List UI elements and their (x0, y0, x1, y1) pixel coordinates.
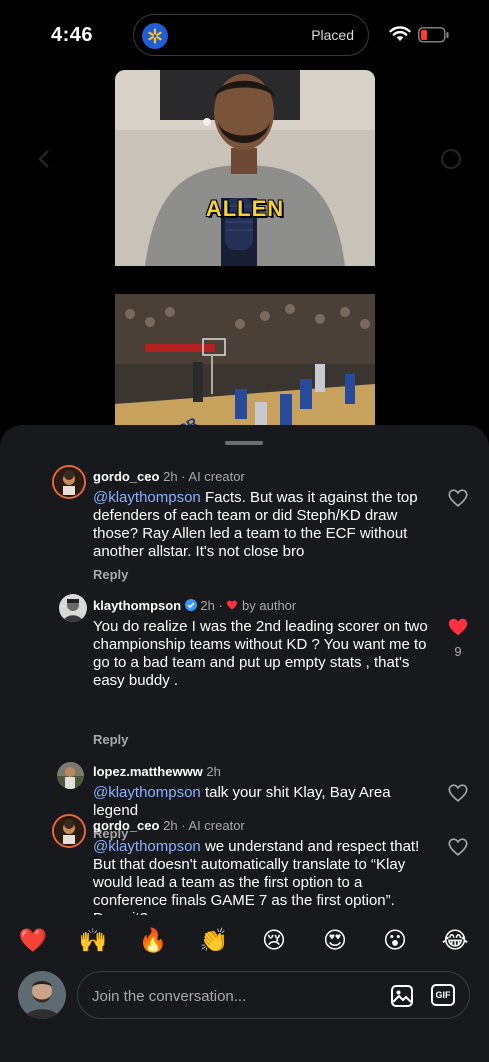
walmart-spark-icon (142, 23, 168, 49)
heart-outline-icon[interactable] (447, 782, 469, 804)
mention-link[interactable]: @klaythompson (93, 838, 201, 855)
comment-time: 2h (206, 764, 221, 779)
avatar[interactable] (52, 814, 86, 848)
heart-outline-icon[interactable] (447, 836, 469, 858)
video-player[interactable]: ALLEN ATE WARR (0, 60, 489, 475)
video-caption: ALLEN (205, 196, 285, 221)
avatar[interactable] (52, 465, 86, 499)
comment-text: @klaythompson Facts. But was it against … (93, 489, 418, 560)
reaction-heart[interactable]: ❤️ (18, 925, 48, 955)
quick-reaction-bar: ❤️ 🙌 🔥 👏 😢 😍 😮 😂 (0, 915, 489, 967)
reaction-crying[interactable]: 😢 (259, 925, 289, 955)
wifi-icon (389, 26, 411, 41)
comment-meta: gordo_ceo 2h · AI creator (93, 469, 245, 484)
comment-text: @klaythompson talk your shit Klay, Bay A… (93, 784, 391, 819)
comment-time: 2h (163, 469, 178, 484)
comment-text: You do realize I was the 2nd leading sco… (93, 618, 428, 689)
reaction-surprised[interactable]: 😮 (380, 925, 410, 955)
comment-input[interactable] (90, 982, 374, 1010)
reaction-laughing[interactable]: 😂 (440, 925, 470, 955)
live-activity-status: Placed (311, 27, 354, 43)
avatar[interactable] (57, 762, 84, 789)
comment-username[interactable]: gordo_ceo (93, 469, 159, 484)
avatar[interactable] (59, 594, 87, 622)
liked-by-author-label: by author (242, 598, 297, 613)
status-time: 4:46 (51, 24, 94, 46)
comment-meta: gordo_ceo 2h · AI creator (93, 818, 245, 833)
current-user-avatar[interactable] (18, 971, 66, 1019)
reaction-heart-eyes[interactable]: 😍 (320, 925, 350, 955)
comment-time: 2h (163, 818, 178, 833)
reply-button[interactable]: Reply (93, 732, 128, 747)
comment-username[interactable]: klaythompson (93, 598, 181, 613)
heart-filled-icon[interactable] (447, 616, 469, 638)
reaction-clap[interactable]: 👏 (199, 925, 229, 955)
comment-meta: lopez.matthewww 2h (93, 764, 221, 779)
dynamic-island[interactable]: Placed (133, 14, 369, 56)
next-circle-icon (441, 149, 461, 169)
heart-filled-icon (227, 600, 238, 610)
reaction-raised-hands[interactable]: 🙌 (78, 925, 108, 955)
previous-arrow-icon (38, 150, 49, 168)
comment-meta: klaythompson 2h · by author (93, 598, 296, 613)
battery-low-icon (418, 27, 449, 43)
gif-picker-icon[interactable]: GIF (431, 984, 455, 1006)
sheet-drag-handle[interactable] (225, 441, 263, 445)
video-frame-creator (115, 70, 375, 266)
mention-link[interactable]: @klaythompson (93, 489, 201, 506)
heart-outline-icon[interactable] (447, 487, 469, 509)
comment-username[interactable]: gordo_ceo (93, 818, 159, 833)
comment-time: 2h · (200, 598, 223, 613)
like-count: 9 (454, 644, 462, 659)
comment-username[interactable]: lopez.matthewww (93, 764, 203, 779)
verified-badge-icon (184, 599, 197, 611)
reply-button[interactable]: Reply (93, 567, 128, 582)
image-picker-icon[interactable] (390, 984, 414, 1008)
reaction-fire[interactable]: 🔥 (138, 925, 168, 955)
ai-creator-tag: · AI creator (181, 818, 245, 833)
video-divider (115, 266, 375, 294)
comment-composer: GIF (0, 967, 489, 1062)
comment-input-container[interactable]: GIF (77, 971, 470, 1019)
ai-creator-tag: · AI creator (181, 469, 245, 484)
mention-link[interactable]: @klaythompson (93, 784, 201, 801)
